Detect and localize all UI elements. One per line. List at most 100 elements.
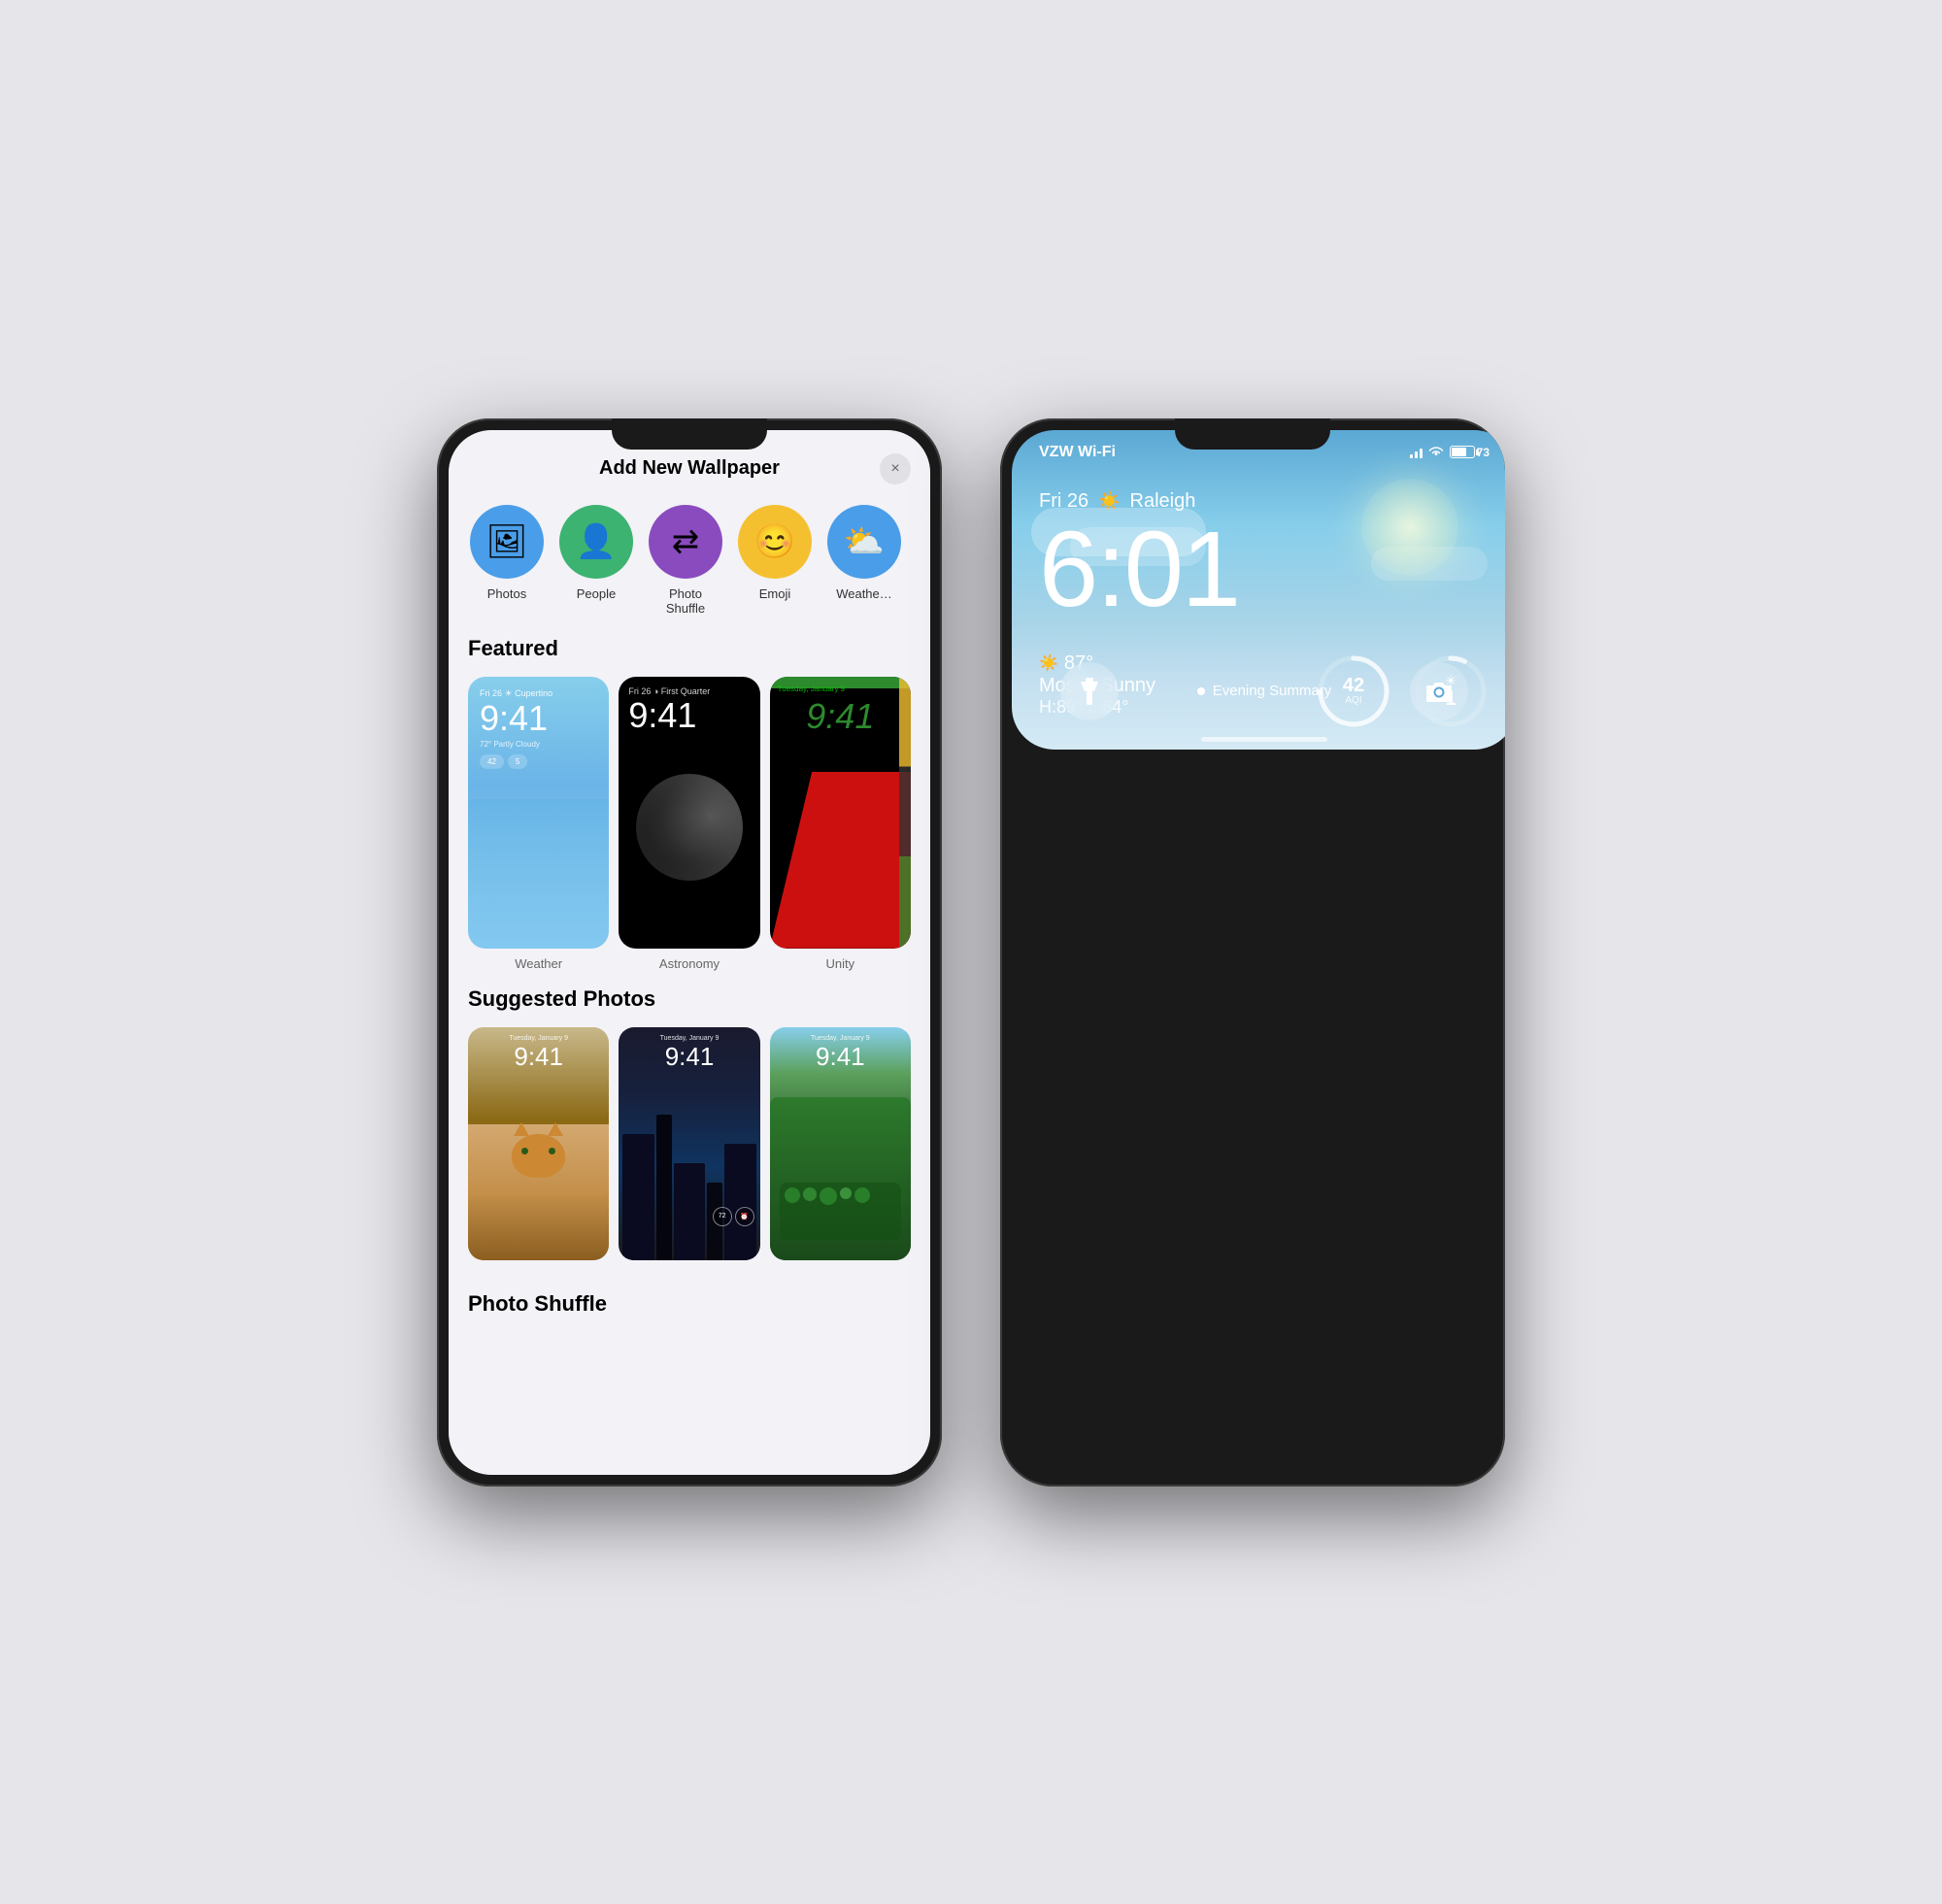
city-badge-1: 72 [713,1207,732,1226]
right-phone: VZW Wi-Fi [1000,418,1505,1486]
aqi-value: 42 [1343,676,1364,695]
weather-badges: 42 5 [480,754,597,769]
camera-button[interactable] [1410,662,1468,720]
emoji-icon: 😊 [738,505,812,579]
cat-ear-left [514,1122,529,1136]
astronomy-card-date: Fri 26 ◑ First Quarter [628,686,750,696]
unity-red [770,772,911,949]
category-emoji[interactable]: 😊 Emoji [736,505,814,617]
cat-face [512,1134,565,1178]
carrier-label: VZW Wi-Fi [1039,444,1116,461]
featured-cards: Fri 26 ☀ Cupertino 9:41 72° Partly Cloud… [468,677,911,949]
lily2 [803,1187,817,1201]
aqi-gauge-inner: 42 AQI [1343,676,1364,706]
building-1 [622,1134,653,1260]
weather-icon: ⛅ [827,505,901,579]
people-icon: 👤 [559,505,633,579]
photo-shuffle-title: Photo Shuffle [468,1291,911,1317]
unity-content: 9:41 Tuesday, January 9 [770,677,911,949]
cat-body-area [468,1124,609,1260]
astronomy-card-label: Astronomy [619,956,759,971]
weather-card-info: 72° Partly Cloudy [480,740,597,749]
shuffle-icon: ⇄ [649,505,722,579]
featured-section: Featured Fri 26 ☀ Cupertino 9:41 72° Par… [449,636,930,986]
evening-summary: Evening Summary [1197,683,1332,699]
uv-gauge-inner: ☀ 1 [1445,673,1457,709]
category-shuffle[interactable]: ⇄ PhotoShuffle [647,505,724,617]
city-date: Tuesday, January 9 [619,1035,759,1042]
category-photos[interactable]: 🖼 Photos [468,505,546,617]
suggested-city-card[interactable]: Tuesday, January 9 9:41 [619,1027,759,1260]
unity-time: 9:41 [780,696,901,737]
battery-icon [1450,446,1475,458]
notch [612,418,767,450]
suggested-section: Suggested Photos Tuesday, January 9 9:41 [449,986,930,1276]
unity-card-label: Unity [770,956,911,971]
city-buildings [619,1115,759,1260]
cat-eye-right [549,1148,555,1154]
lily3 [820,1187,837,1205]
lock-bottom: Evening Summary [1012,662,1505,720]
people-label: People [577,586,616,601]
cat-eyes [512,1134,565,1154]
moon-graphic [619,735,759,919]
wallpaper-sheet: Add New Wallpaper × 🖼 Photos 👤 People ⇄ … [449,430,930,1475]
nature-date: Tuesday, January 9 [770,1035,911,1042]
status-icons: 73 [1410,445,1490,460]
signal-bar-3 [1420,449,1423,458]
battery-indicator: 73 [1450,446,1490,459]
nature-card-header: Tuesday, January 9 9:41 [770,1035,911,1072]
cat-ear-right [548,1122,563,1136]
weather-card-sky [468,799,609,949]
cat-date: Tuesday, January 9 [468,1035,609,1042]
suggested-cat-card[interactable]: Tuesday, January 9 9:41 [468,1027,609,1260]
cat-time: 9:41 [468,1042,609,1072]
weather-wallpaper-card[interactable]: Fri 26 ☀ Cupertino 9:41 72° Partly Cloud… [468,677,609,949]
close-button[interactable]: × [880,453,911,484]
city-card-header: Tuesday, January 9 9:41 [619,1035,759,1072]
lily1 [785,1187,800,1203]
weather-card-date: Fri 26 ☀ Cupertino [480,688,597,699]
scroll-area[interactable]: Featured Fri 26 ☀ Cupertino 9:41 72° Par… [449,636,930,1428]
lily4 [840,1187,852,1199]
weather-card-time: 9:41 [480,701,597,736]
right-screen: VZW Wi-Fi [1012,430,1505,750]
unity-wallpaper-card[interactable]: 9:41 Tuesday, January 9 [770,677,911,949]
weather-category-label: Weathe… [836,586,892,601]
photos-label: Photos [487,586,526,601]
uv-value: 1 [1445,689,1457,709]
building-5 [724,1144,755,1260]
featured-title: Featured [468,636,911,661]
astronomy-wallpaper-card[interactable]: Fri 26 ◑ First Quarter 9:41 [619,677,759,949]
left-screen: Add New Wallpaper × 🖼 Photos 👤 People ⇄ … [449,430,930,1475]
cat-card-header: Tuesday, January 9 9:41 [468,1035,609,1072]
signal-icon [1410,447,1423,458]
category-people[interactable]: 👤 People [557,505,635,617]
suggested-title: Suggested Photos [468,986,911,1012]
featured-card-labels: Weather Astronomy Unity [468,956,911,971]
flashlight-button[interactable] [1060,662,1119,720]
left-phone: Add New Wallpaper × 🖼 Photos 👤 People ⇄ … [437,418,942,1486]
photos-icon: 🖼 [470,505,544,579]
battery-percent: 73 [1477,446,1490,459]
photo-shuffle-section: Photo Shuffle [449,1276,930,1317]
uv-badge: 5 [508,754,527,769]
uv-sun-icon: ☀ [1445,673,1457,689]
sun-graphic [1361,479,1458,576]
right-notch [1175,418,1330,450]
aqi-label: AQI [1343,695,1364,706]
astronomy-card-time: 9:41 [628,696,750,735]
cat-eye-left [521,1148,528,1154]
aqi-badge: 42 [480,754,504,769]
weather-card-label: Weather [468,956,609,971]
building-3 [674,1163,705,1260]
unity-flag-stripe [899,677,911,949]
shuffle-label: PhotoShuffle [666,586,705,617]
building-2 [656,1115,672,1260]
signal-bar-1 [1410,454,1413,458]
city-time: 9:41 [619,1042,759,1072]
suggested-nature-card[interactable]: Tuesday, January 9 9:41 [770,1027,911,1260]
cloud-2 [1070,527,1206,566]
category-weather[interactable]: ⛅ Weathe… [825,505,903,617]
home-indicator [1201,737,1327,742]
